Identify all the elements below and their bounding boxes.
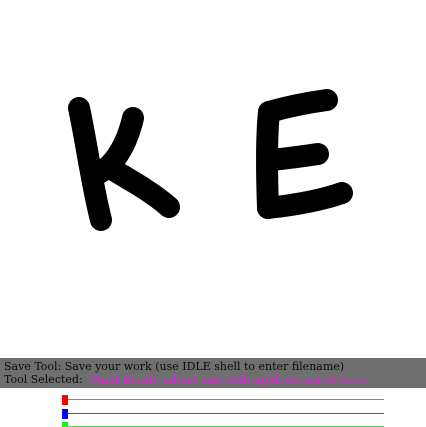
color-sliders	[0, 388, 426, 427]
blue-slider-knob[interactable]	[62, 409, 68, 419]
letter-e-middle-bar	[261, 143, 329, 171]
red-slider-track[interactable]	[62, 399, 384, 400]
letter-e-bottom-bar	[257, 182, 353, 219]
blue-slider[interactable]	[62, 409, 384, 419]
tool-selected-value: Paint Brush, adjust size with up/down ar…	[90, 373, 367, 386]
letter-e-top-bar	[258, 89, 338, 123]
save-tool-hint: Save Tool: Save your work (use IDLE shel…	[4, 360, 345, 373]
drawing-canvas[interactable]	[0, 0, 426, 358]
red-slider[interactable]	[62, 395, 384, 405]
green-slider[interactable]	[62, 422, 384, 427]
tool-selected-label: Tool Selected:	[4, 373, 83, 386]
blue-slider-track[interactable]	[62, 413, 384, 414]
green-slider-knob[interactable]	[62, 422, 68, 426]
red-slider-knob[interactable]	[62, 395, 68, 405]
tool-selected-line: Tool Selected: Paint Brush, adjust size w…	[4, 373, 366, 386]
letter-k-lower-arm	[99, 157, 180, 218]
status-bar: Save Tool: Save your work (use IDLE shel…	[0, 358, 426, 388]
letter-e-stroke	[256, 89, 353, 219]
letter-k-stroke	[68, 97, 180, 231]
